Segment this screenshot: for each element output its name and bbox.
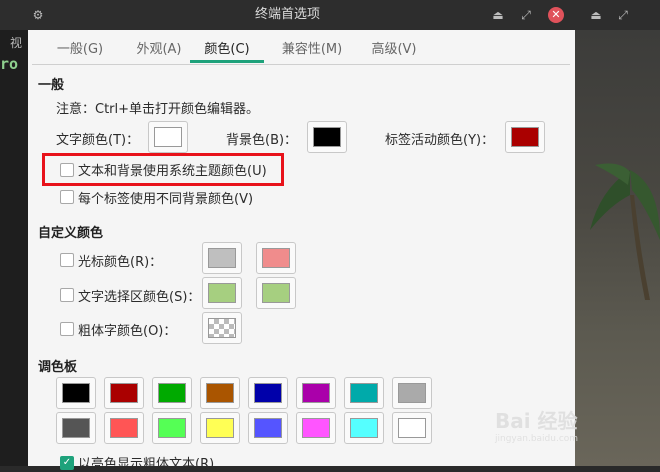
tab-advanced[interactable]: 高级(V) xyxy=(360,38,428,62)
close-button[interactable]: ✕ xyxy=(548,7,564,23)
cursor-color-button-2[interactable] xyxy=(256,242,296,274)
note-text: 注意：Ctrl+单击打开颜色编辑器。 xyxy=(56,102,260,117)
palette-swatch xyxy=(398,383,426,403)
palette-swatch xyxy=(110,383,138,403)
bg-color-swatch xyxy=(313,127,341,147)
background-terminal: 视 ro xyxy=(0,30,28,466)
tab-colors[interactable]: 颜色(C) xyxy=(190,38,264,63)
palette-color-button-1-8[interactable] xyxy=(392,377,432,409)
selection-color-button-2[interactable] xyxy=(256,277,296,309)
palm-tree-image xyxy=(590,163,660,300)
bold-color-swatch xyxy=(208,318,236,338)
palette-swatch xyxy=(302,383,330,403)
palette-swatch xyxy=(398,418,426,438)
window-title: 终端首选项 xyxy=(254,7,320,22)
palette-color-button-1-6[interactable] xyxy=(296,377,336,409)
palette-swatch xyxy=(254,418,282,438)
tab-general[interactable]: 一般(G) xyxy=(32,38,128,62)
palette-swatch xyxy=(110,418,138,438)
cursor-color-swatch-1 xyxy=(208,248,236,268)
tab-compatibility[interactable]: 兼容性(M) xyxy=(264,38,360,62)
palette-swatch xyxy=(350,383,378,403)
tab-bar: 一般(G) 外观(A) 颜色(C) 兼容性(M) 高级(V) xyxy=(32,38,570,65)
palette-color-button-1-7[interactable] xyxy=(344,377,384,409)
cursor-color-checkbox[interactable] xyxy=(60,253,74,267)
background-maximize-icon: ⤢ xyxy=(618,8,628,22)
shade-icon[interactable]: ⏏ xyxy=(490,7,506,23)
bg-color-label: 背景色(B)： xyxy=(226,133,298,148)
bold-color-checkbox[interactable] xyxy=(60,322,74,336)
palette-color-button-1-4[interactable] xyxy=(200,377,240,409)
palette-swatch xyxy=(350,418,378,438)
background-terminal-text: ro xyxy=(0,55,19,73)
palette-color-button-2-8[interactable] xyxy=(392,412,432,444)
bright-bold-label: 以亮色显示粗体文本(R) xyxy=(78,457,215,472)
palette-swatch xyxy=(254,383,282,403)
per-tab-bg-checkbox[interactable] xyxy=(60,190,74,204)
palette-color-button-1-1[interactable] xyxy=(56,377,96,409)
palette-swatch xyxy=(158,383,186,403)
palette-swatch xyxy=(206,383,234,403)
palette-color-button-2-3[interactable] xyxy=(152,412,192,444)
palette-color-button-1-3[interactable] xyxy=(152,377,192,409)
selection-color-swatch-2 xyxy=(262,283,290,303)
tab-active-color-button[interactable] xyxy=(505,121,545,153)
tab-appearance[interactable]: 外观(A) xyxy=(128,38,190,62)
palette-swatch xyxy=(62,383,90,403)
palette-color-button-2-1[interactable] xyxy=(56,412,96,444)
palette-swatch xyxy=(62,418,90,438)
palette-color-button-2-6[interactable] xyxy=(296,412,336,444)
highlight-annotation xyxy=(42,153,284,186)
maximize-icon[interactable]: ⤢ xyxy=(518,7,534,23)
selection-color-swatch-1 xyxy=(208,283,236,303)
bg-color-button[interactable] xyxy=(307,121,347,153)
watermark-text: Bai 经验 xyxy=(495,409,578,433)
general-heading: 一般 xyxy=(38,78,65,93)
preferences-dialog: 一般(G) 外观(A) 颜色(C) 兼容性(M) 高级(V) 一般 注意：Ctr… xyxy=(28,30,575,472)
text-color-button[interactable] xyxy=(148,121,188,153)
per-tab-bg-label: 每个标签使用不同背景颜色(V) xyxy=(78,192,254,207)
selection-color-button-1[interactable] xyxy=(202,277,242,309)
bright-bold-checkbox[interactable]: ✓ xyxy=(60,456,74,470)
watermark-url: jingyan.baidu.com xyxy=(495,434,579,444)
tab-active-color-label: 标签活动颜色(Y)： xyxy=(385,133,495,148)
cursor-color-button-1[interactable] xyxy=(202,242,242,274)
cursor-color-swatch-2 xyxy=(262,248,290,268)
palette-color-button-2-4[interactable] xyxy=(200,412,240,444)
watermark: Bai 经验 jingyan.baidu.com xyxy=(495,405,578,444)
palette-swatch xyxy=(302,418,330,438)
selection-color-checkbox[interactable] xyxy=(60,288,74,302)
bold-color-label: 粗体字颜色(O)： xyxy=(78,324,177,339)
text-color-swatch xyxy=(154,127,182,147)
palette-color-button-1-2[interactable] xyxy=(104,377,144,409)
custom-colors-heading: 自定义颜色 xyxy=(38,226,104,241)
palette-heading: 调色板 xyxy=(38,360,78,375)
text-color-label: 文字颜色(T)： xyxy=(56,133,140,148)
palette-color-button-2-2[interactable] xyxy=(104,412,144,444)
title-bar: ⚙ 终端首选项 ⏏ ⤢ ✕ ⏏ ⤢ xyxy=(0,0,660,30)
cursor-color-label: 光标颜色(R)： xyxy=(78,255,163,270)
selection-color-label: 文字选择区颜色(S)： xyxy=(78,290,201,305)
tab-active-color-swatch xyxy=(511,127,539,147)
background-text: 视 xyxy=(10,36,23,50)
palette-color-button-2-7[interactable] xyxy=(344,412,384,444)
background-shade-icon: ⏏ xyxy=(590,8,602,22)
palette-swatch xyxy=(206,418,234,438)
palette-color-button-2-5[interactable] xyxy=(248,412,288,444)
palette-swatch xyxy=(158,418,186,438)
palette-color-button-1-5[interactable] xyxy=(248,377,288,409)
bold-color-button[interactable] xyxy=(202,312,242,344)
